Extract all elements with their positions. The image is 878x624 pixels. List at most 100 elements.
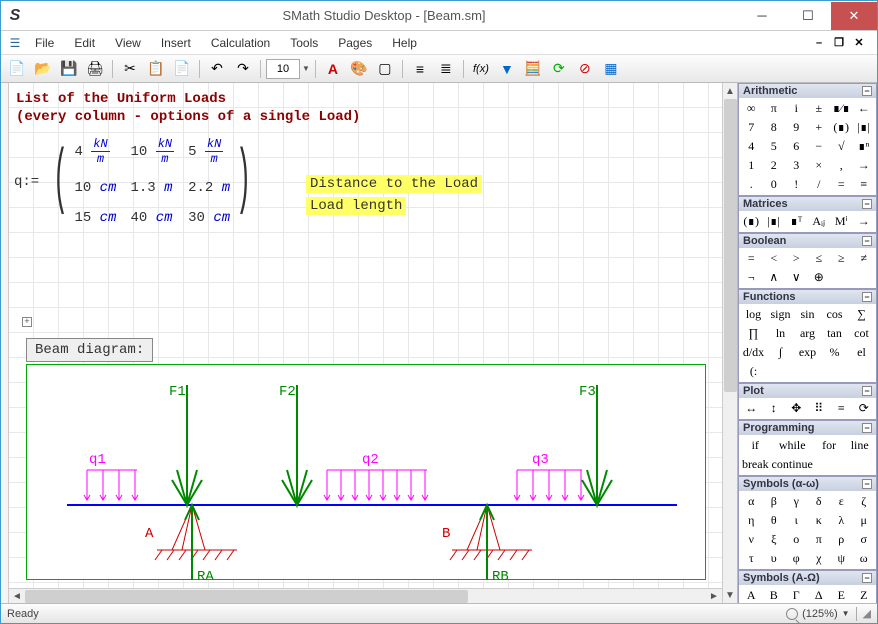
palette-button[interactable]: ∎ⁿ <box>854 138 875 155</box>
scroll-up-icon[interactable]: ▲ <box>723 83 737 99</box>
palette-button[interactable]: , <box>831 157 852 174</box>
open-button[interactable]: 📂 <box>31 58 55 80</box>
palette-button[interactable]: exp <box>795 344 820 361</box>
palette-button[interactable]: ν <box>741 531 762 548</box>
palette-button[interactable] <box>845 456 874 473</box>
collapse-icon[interactable]: − <box>862 86 872 96</box>
palette-button[interactable]: % <box>822 344 847 361</box>
zoom-icon[interactable] <box>786 608 798 620</box>
palette-button[interactable]: π <box>764 100 785 117</box>
new-button[interactable]: 📄 <box>5 58 29 80</box>
align-center-button[interactable]: ≣ <box>434 58 458 80</box>
align-left-button[interactable]: ≡ <box>408 58 432 80</box>
palette-button[interactable]: |∎| <box>854 119 875 136</box>
palette-button[interactable]: ζ <box>854 493 875 510</box>
palette-button[interactable]: 4 <box>741 138 762 155</box>
palette-button[interactable]: Aᵢⱼ <box>809 213 830 230</box>
palette-button[interactable]: if <box>741 437 770 454</box>
palette-button[interactable]: 3 <box>786 157 807 174</box>
heading-line-1[interactable]: List of the Uniform Loads <box>16 91 226 107</box>
palette-button[interactable]: continue <box>772 456 813 473</box>
undo-button[interactable]: ↶ <box>205 58 229 80</box>
palette-button[interactable]: ⊕ <box>809 269 830 286</box>
palette-button[interactable]: + <box>809 119 830 136</box>
close-button[interactable]: ✕ <box>831 2 877 30</box>
palette-button[interactable]: 6 <box>786 138 807 155</box>
palette-button[interactable]: log <box>741 306 766 323</box>
panel-button[interactable]: ▦ <box>599 58 623 80</box>
palette-button[interactable] <box>815 456 844 473</box>
palette-button[interactable]: Ζ <box>854 587 875 603</box>
palette-button[interactable]: ≠ <box>854 250 875 267</box>
palette-button[interactable]: Γ <box>786 587 807 603</box>
palette-button[interactable]: Mⁱ <box>831 213 852 230</box>
palette-button[interactable] <box>854 269 875 286</box>
palette-button[interactable]: sign <box>768 306 793 323</box>
palette-button[interactable]: ∎ᵀ <box>786 213 807 230</box>
print-button[interactable]: 🖨 <box>83 58 107 80</box>
palette-button[interactable]: σ <box>854 531 875 548</box>
palette-button[interactable]: ≡ <box>854 176 875 193</box>
text-color-button[interactable]: A <box>321 58 345 80</box>
v-scrollbar[interactable]: ▲ ▼ <box>722 83 737 603</box>
mdi-close-button[interactable]: ✕ <box>851 35 867 51</box>
palette-button[interactable]: → <box>854 157 875 174</box>
matrix-definition[interactable]: q:= ( 4 kNm 10 kNm 5 kNm 10 cm 1.3 m 2.2… <box>14 137 265 226</box>
palette-button[interactable]: η <box>741 512 762 529</box>
palette-button[interactable]: 2 <box>764 157 785 174</box>
cut-button[interactable]: ✂ <box>118 58 142 80</box>
palette-button[interactable]: ∨ <box>786 269 807 286</box>
highlight-button[interactable]: 🎨 <box>347 58 371 80</box>
palette-button[interactable]: υ <box>764 550 785 567</box>
redo-button[interactable]: ↷ <box>231 58 255 80</box>
scroll-left-icon[interactable]: ◄ <box>9 589 25 604</box>
note-length[interactable]: Load length <box>306 197 406 215</box>
palette-button[interactable]: ρ <box>831 531 852 548</box>
copy-button[interactable]: 📋 <box>144 58 168 80</box>
palette-button[interactable]: ✥ <box>786 400 807 417</box>
palette-button[interactable]: ≡ <box>831 400 852 417</box>
palette-button[interactable]: (∎) <box>831 119 852 136</box>
palette-button[interactable]: Α <box>741 587 762 603</box>
menu-insert[interactable]: Insert <box>151 33 201 53</box>
collapse-icon[interactable]: − <box>862 573 872 583</box>
note-distance[interactable]: Distance to the Load <box>306 175 482 193</box>
palette-button[interactable]: ! <box>786 176 807 193</box>
menu-file[interactable]: File <box>25 33 64 53</box>
palette-button[interactable]: φ <box>786 550 807 567</box>
palette-button[interactable]: while <box>772 437 813 454</box>
mdi-restore-button[interactable]: ❐ <box>831 35 847 51</box>
save-button[interactable]: 💾 <box>57 58 81 80</box>
palette-button[interactable]: 0 <box>764 176 785 193</box>
collapse-icon[interactable]: − <box>862 199 872 209</box>
palette-button[interactable]: ↕ <box>764 400 785 417</box>
palette-button[interactable] <box>795 363 820 380</box>
heading-line-2[interactable]: (every column - options of a single Load… <box>16 109 360 125</box>
collapse-icon[interactable]: − <box>862 423 872 433</box>
palette-button[interactable]: 5 <box>764 138 785 155</box>
beam-diagram[interactable]: F1 F2 F3 <box>26 364 706 580</box>
palette-button[interactable]: line <box>845 437 874 454</box>
palette-button[interactable]: 9 <box>786 119 807 136</box>
region-expand-handle[interactable]: + <box>22 317 32 327</box>
palette-button[interactable]: β <box>764 493 785 510</box>
palette-button[interactable]: ⠿ <box>809 400 830 417</box>
palette-button[interactable] <box>768 363 793 380</box>
palette-button[interactable]: for <box>815 437 844 454</box>
palette-button[interactable]: ¬ <box>741 269 762 286</box>
palette-button[interactable]: ← <box>854 100 875 117</box>
palette-button[interactable]: → <box>854 213 875 230</box>
minimize-button[interactable]: ─ <box>739 2 785 30</box>
palette-button[interactable]: cos <box>822 306 847 323</box>
menu-calculation[interactable]: Calculation <box>201 33 280 53</box>
zoom-dropdown-icon[interactable]: ▼ <box>842 609 850 618</box>
palette-button[interactable]: ψ <box>831 550 852 567</box>
diagram-label[interactable]: Beam diagram: <box>26 338 153 362</box>
palette-button[interactable]: ω <box>854 550 875 567</box>
fx-button[interactable]: f(x) <box>469 58 493 80</box>
palette-button[interactable]: = <box>831 176 852 193</box>
palette-button[interactable]: Β <box>764 587 785 603</box>
palette-button[interactable]: ∞ <box>741 100 762 117</box>
maximize-button[interactable]: ☐ <box>785 2 831 30</box>
border-button[interactable]: ▢ <box>373 58 397 80</box>
